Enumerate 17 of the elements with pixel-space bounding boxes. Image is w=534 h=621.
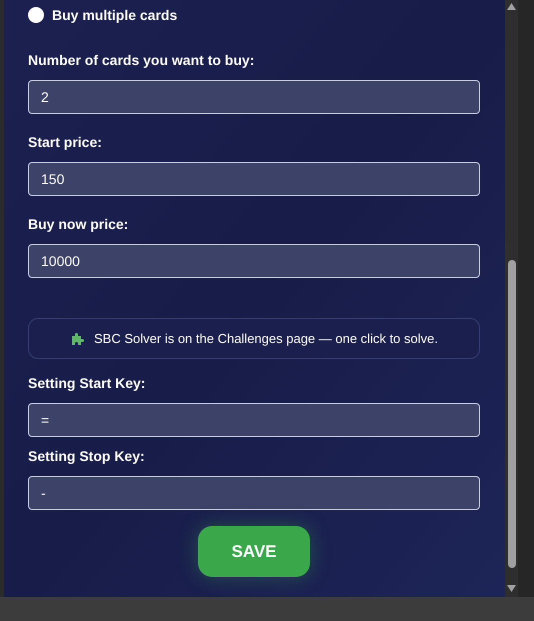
input-field[interactable]: 150 — [28, 162, 480, 196]
scroll-up-icon[interactable] — [507, 3, 516, 10]
field-label: Buy now price: — [28, 215, 130, 234]
radio-button[interactable] — [28, 7, 44, 23]
input-field[interactable]: - — [28, 476, 480, 510]
input-field[interactable]: 10000 — [28, 244, 480, 278]
scrollbar-thumb[interactable] — [508, 260, 516, 568]
field-label: Start price: — [28, 133, 103, 152]
input-field[interactable]: = — [28, 403, 480, 437]
notice-text: SBC Solver is on the Challenges page — one click to solve. — [94, 330, 438, 348]
radio-label: Buy multiple cards — [52, 6, 178, 25]
scroll-down-icon[interactable] — [507, 585, 516, 592]
field-label: Number of cards you want to buy: — [28, 51, 256, 70]
input-field[interactable]: 2 — [28, 80, 480, 114]
field-label: Setting Stop Key: — [28, 447, 146, 466]
puzzle-icon — [70, 332, 84, 346]
field-label: Setting Start Key: — [28, 374, 146, 393]
